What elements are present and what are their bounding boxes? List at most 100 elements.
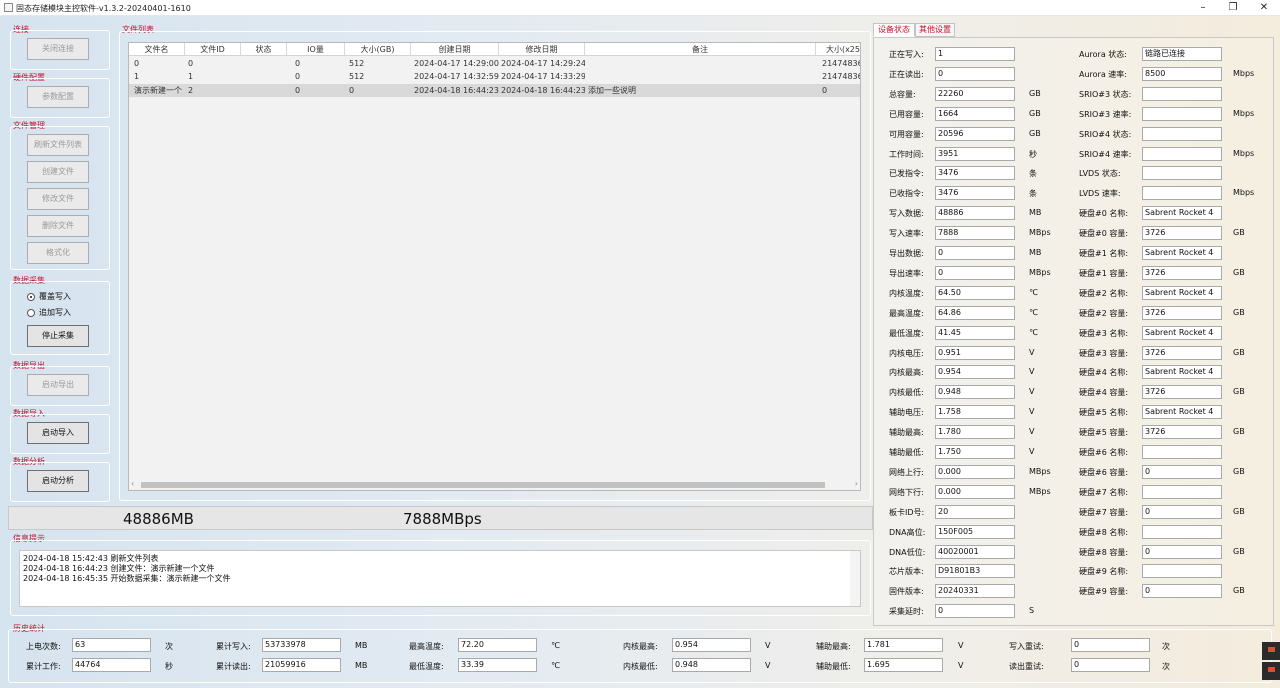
field-value[interactable]: 0.951 bbox=[935, 345, 1015, 360]
field-value[interactable] bbox=[1142, 484, 1222, 499]
format-button[interactable]: 格式化 bbox=[27, 242, 89, 264]
field-value[interactable]: 3726 bbox=[1142, 425, 1222, 440]
column-header-id[interactable]: 文件ID bbox=[185, 43, 241, 56]
field-value[interactable]: 64.86 bbox=[935, 305, 1015, 320]
delete-file-button[interactable]: 删除文件 bbox=[27, 215, 89, 237]
tab-device-status[interactable]: 设备状态 bbox=[873, 23, 915, 37]
file-table[interactable]: 文件名 文件ID 状态 IO量 大小(GB) 创建日期 修改日期 备注 大小(x… bbox=[128, 42, 861, 491]
history-value[interactable]: 1.781 bbox=[864, 638, 943, 652]
column-header-size[interactable]: 大小(GB) bbox=[345, 43, 411, 56]
field-value[interactable]: 150F005 bbox=[935, 524, 1015, 539]
field-value[interactable]: 64.50 bbox=[935, 285, 1015, 300]
field-value[interactable]: 链路已连接 bbox=[1142, 47, 1222, 61]
field-value[interactable]: 1.780 bbox=[935, 425, 1015, 440]
history-value[interactable]: 0.954 bbox=[672, 638, 751, 652]
start-export-button[interactable]: 启动导出 bbox=[27, 374, 89, 396]
field-value[interactable]: 3726 bbox=[1142, 265, 1222, 280]
field-value[interactable]: 7888 bbox=[935, 226, 1015, 241]
field-value[interactable] bbox=[1142, 126, 1222, 141]
history-value[interactable]: 44764 bbox=[72, 658, 151, 672]
field-value[interactable]: 20596 bbox=[935, 126, 1015, 141]
field-value[interactable] bbox=[1142, 445, 1222, 459]
history-value[interactable]: 1.695 bbox=[864, 658, 943, 672]
append-radio[interactable]: 追加写入 bbox=[27, 307, 71, 318]
tab-other-settings[interactable]: 其他设置 bbox=[915, 23, 955, 37]
history-value[interactable]: 21059916 bbox=[262, 658, 341, 672]
message-log[interactable]: 2024-04-18 15:42:43 刷新文件列表 2024-04-18 16… bbox=[19, 550, 861, 607]
field-value[interactable]: 22260 bbox=[935, 86, 1015, 101]
horizontal-scrollbar[interactable]: ‹ › bbox=[129, 479, 860, 490]
field-value[interactable]: 3726 bbox=[1142, 345, 1222, 360]
field-value[interactable]: 0.954 bbox=[935, 365, 1015, 380]
field-value[interactable]: 0 bbox=[935, 246, 1015, 260]
field-value[interactable] bbox=[1142, 106, 1222, 121]
field-value[interactable] bbox=[1142, 524, 1222, 539]
create-file-button[interactable]: 创建文件 bbox=[27, 161, 89, 183]
history-value[interactable]: 0 bbox=[1071, 658, 1150, 672]
column-header-modified[interactable]: 修改日期 bbox=[499, 43, 585, 56]
column-header-created[interactable]: 创建日期 bbox=[411, 43, 499, 56]
scroll-left-icon[interactable]: ‹ bbox=[131, 479, 134, 488]
table-row-selected[interactable]: 演示新建一个 2 0 0 2024-04-18 16:44:23 2024-04… bbox=[129, 84, 860, 97]
field-value[interactable] bbox=[1142, 166, 1222, 181]
field-value[interactable]: Sabrent Rocket 4 bbox=[1142, 246, 1222, 260]
history-value[interactable]: 63 bbox=[72, 638, 151, 652]
field-value[interactable]: 3476 bbox=[935, 186, 1015, 201]
field-value[interactable]: 0.000 bbox=[935, 484, 1015, 499]
scroll-right-icon[interactable]: › bbox=[855, 479, 858, 488]
field-value[interactable]: 0 bbox=[1142, 504, 1222, 519]
field-value[interactable]: 0 bbox=[935, 66, 1015, 81]
field-value[interactable]: 3951 bbox=[935, 146, 1015, 161]
field-value[interactable]: 8500 bbox=[1142, 66, 1222, 81]
field-value[interactable]: 41.45 bbox=[935, 325, 1015, 340]
field-value[interactable]: 3726 bbox=[1142, 385, 1222, 400]
tray-flag-icon[interactable] bbox=[1262, 662, 1280, 680]
column-header-io[interactable]: IO量 bbox=[287, 43, 345, 56]
field-value[interactable]: Sabrent Rocket 4 bbox=[1142, 325, 1222, 340]
start-import-button[interactable]: 启动导入 bbox=[27, 422, 89, 444]
scroll-thumb[interactable] bbox=[141, 482, 825, 488]
close-icon[interactable]: ✕ bbox=[1249, 1, 1279, 14]
field-value[interactable]: 1.750 bbox=[935, 445, 1015, 459]
maximize-icon[interactable]: ❐ bbox=[1218, 1, 1248, 14]
minimize-icon[interactable]: – bbox=[1188, 1, 1218, 14]
field-value[interactable]: 48886 bbox=[935, 206, 1015, 221]
field-value[interactable]: 0 bbox=[1142, 544, 1222, 559]
modify-file-button[interactable]: 修改文件 bbox=[27, 188, 89, 210]
column-header-name[interactable]: 文件名 bbox=[129, 43, 185, 56]
vertical-scrollbar[interactable] bbox=[850, 551, 860, 606]
field-value[interactable]: Sabrent Rocket 4 bbox=[1142, 405, 1222, 420]
field-value[interactable] bbox=[1142, 86, 1222, 101]
field-value[interactable]: 3726 bbox=[1142, 226, 1222, 241]
field-value[interactable]: 20 bbox=[935, 504, 1015, 519]
column-header-status[interactable]: 状态 bbox=[241, 43, 287, 56]
field-value[interactable]: Sabrent Rocket 4 bbox=[1142, 365, 1222, 380]
column-header-remark[interactable]: 备注 bbox=[585, 43, 816, 56]
field-value[interactable]: Sabrent Rocket 4 bbox=[1142, 206, 1222, 221]
field-value[interactable]: 3726 bbox=[1142, 305, 1222, 320]
history-value[interactable]: 0.948 bbox=[672, 658, 751, 672]
field-value[interactable]: 1.758 bbox=[935, 405, 1015, 420]
field-value[interactable]: 0.000 bbox=[935, 464, 1015, 479]
history-value[interactable]: 53733978 bbox=[262, 638, 341, 652]
tray-flag-icon[interactable] bbox=[1262, 642, 1280, 660]
close-connection-button[interactable]: 关闭连接 bbox=[27, 38, 89, 60]
field-value[interactable]: D91801B3 bbox=[935, 564, 1015, 579]
stop-acquisition-button[interactable]: 停止采集 bbox=[27, 325, 89, 347]
field-value[interactable]: 3476 bbox=[935, 166, 1015, 181]
field-value[interactable]: Sabrent Rocket 4 bbox=[1142, 285, 1222, 300]
field-value[interactable]: 1 bbox=[935, 47, 1015, 61]
column-header-size-blocks[interactable]: 大小(x25 bbox=[816, 43, 860, 56]
overwrite-radio[interactable]: 覆盖写入 bbox=[27, 291, 71, 302]
field-value[interactable]: 0.948 bbox=[935, 385, 1015, 400]
field-value[interactable]: 1664 bbox=[935, 106, 1015, 121]
field-value[interactable]: 20240331 bbox=[935, 584, 1015, 599]
refresh-file-list-button[interactable]: 刷新文件列表 bbox=[27, 134, 89, 156]
field-value[interactable]: 0 bbox=[935, 265, 1015, 280]
history-value[interactable]: 33.39 bbox=[458, 658, 537, 672]
table-row[interactable]: 1 1 0 512 2024-04-17 14:32:59 2024-04-17… bbox=[129, 70, 860, 83]
field-value[interactable]: 0 bbox=[935, 604, 1015, 619]
field-value[interactable] bbox=[1142, 564, 1222, 579]
param-config-button[interactable]: 参数配置 bbox=[27, 86, 89, 108]
field-value[interactable] bbox=[1142, 146, 1222, 161]
